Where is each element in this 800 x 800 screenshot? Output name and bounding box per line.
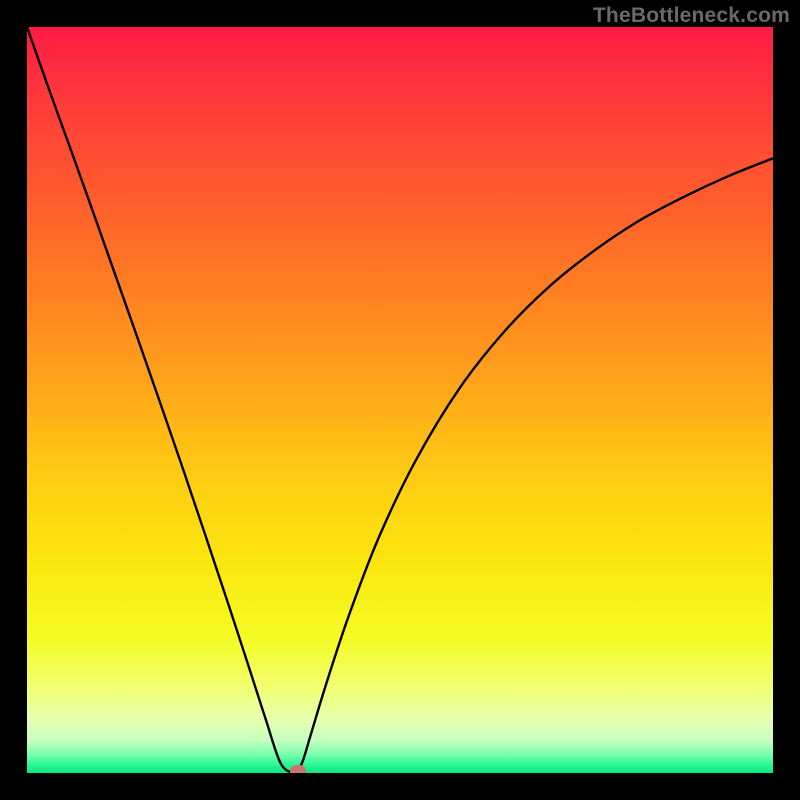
chart-frame: TheBottleneck.com (0, 0, 800, 800)
watermark-text: TheBottleneck.com (593, 4, 790, 28)
bottleneck-curve (27, 27, 773, 773)
plot-area (27, 27, 773, 773)
curve-path (27, 27, 773, 773)
min-point-marker (290, 765, 306, 773)
